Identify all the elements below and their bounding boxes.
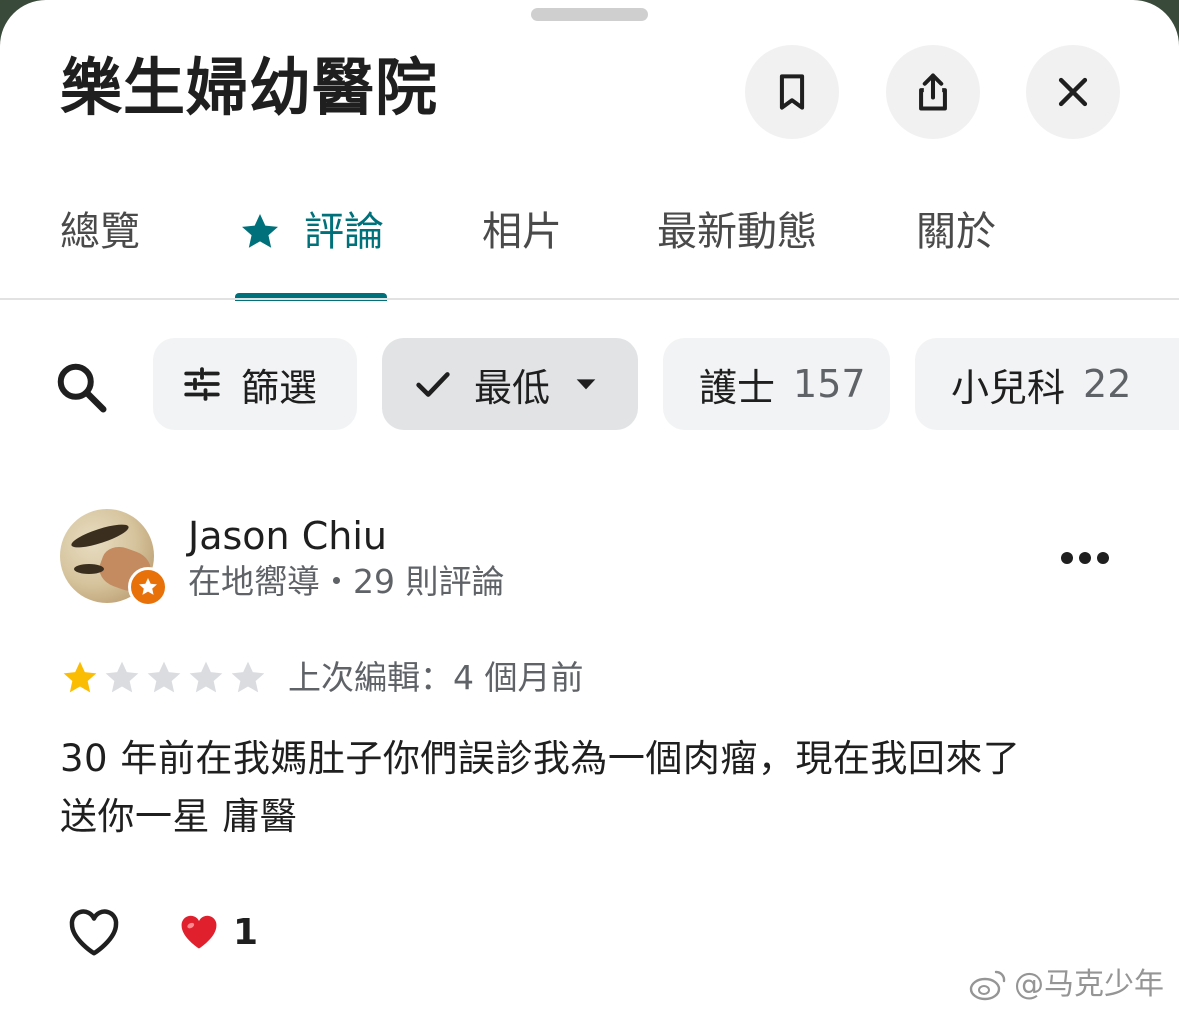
tab-label: 總覽 (60, 209, 140, 255)
weibo-logo-icon (969, 970, 1006, 1001)
tab-label: 關於 (916, 209, 996, 255)
topic-chip-count: 22 (1083, 362, 1132, 406)
topic-chip-pediatrics[interactable]: 小兒科 22 (915, 338, 1179, 430)
star-empty-icon (105, 661, 139, 693)
tab-reviews[interactable]: 評論 (238, 204, 384, 260)
tab-label: 評論 (304, 209, 384, 255)
place-title: 樂生婦幼醫院 (60, 51, 439, 124)
topic-chip-label: 小兒科 (951, 365, 1066, 410)
tab-about[interactable]: 關於 (916, 204, 996, 260)
watermark-text: @马克少年 (1014, 967, 1164, 1002)
filter-chip[interactable]: 篩選 (153, 338, 357, 430)
tab-label: 相片 (482, 209, 562, 255)
star-icon (139, 578, 157, 595)
close-button[interactable] (1026, 45, 1120, 139)
watermark: @马克少年 (968, 962, 1164, 1008)
review-text: 30 年前在我媽肚子你們誤診我為一個肉瘤，現在我回來了 送你一星 庸醫 (60, 737, 1021, 838)
place-sheet: 樂生婦幼醫院 總覽 評論 相片 最新動態 關於 篩選 最低 護士 157 小兒科… (0, 0, 1179, 1016)
star-empty-icon (189, 661, 223, 693)
reaction-count: 1 (233, 912, 259, 953)
star-icon (242, 214, 278, 248)
bookmark-icon (779, 74, 805, 110)
like-heart-icon[interactable] (62, 902, 126, 962)
tune-icon (184, 367, 220, 401)
topic-chip-label: 護士 (699, 365, 776, 410)
topic-chip-nurse[interactable]: 護士 157 (663, 338, 890, 430)
sort-chip[interactable]: 最低 (382, 338, 638, 430)
local-guide-badge (128, 567, 168, 607)
heart-reaction-icon (181, 915, 217, 949)
more-options-icon[interactable] (1058, 543, 1112, 573)
topic-chip-count: 157 (793, 362, 866, 406)
edited-timestamp: 上次編輯：4 個月前 (288, 658, 584, 697)
tab-overview[interactable]: 總覽 (60, 204, 140, 260)
sheet-grabber[interactable] (531, 8, 648, 21)
caret-down-icon (576, 379, 596, 390)
star-rating (60, 658, 268, 698)
star-filled-icon (63, 661, 97, 693)
divider (0, 298, 1179, 300)
tab-photos[interactable]: 相片 (482, 204, 562, 260)
share-button[interactable] (886, 45, 980, 139)
star-empty-icon (231, 661, 265, 693)
check-icon (416, 372, 450, 397)
reviewer-name[interactable]: Jason Chiu (188, 512, 387, 560)
tab-bar: 總覽 評論 相片 最新動態 關於 (0, 180, 1179, 301)
reviewer-meta: 在地嚮導・29 則評論 (188, 562, 505, 601)
filter-chip-label: 篩選 (241, 365, 318, 410)
star-empty-icon (147, 661, 181, 693)
close-icon (1058, 77, 1088, 107)
sort-chip-label: 最低 (474, 365, 551, 410)
share-icon (919, 73, 947, 111)
save-button[interactable] (745, 45, 839, 139)
tab-updates[interactable]: 最新動態 (657, 204, 817, 260)
tab-label: 最新動態 (657, 209, 817, 255)
search-icon[interactable] (52, 358, 112, 418)
